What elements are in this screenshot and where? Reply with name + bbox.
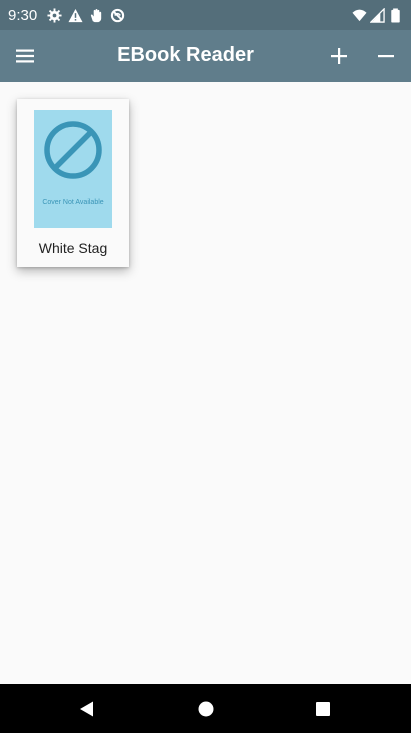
minus-icon <box>378 55 394 58</box>
book-cover: Cover Not Available <box>34 110 112 228</box>
book-card[interactable]: Cover Not Available White Stag <box>17 99 129 267</box>
app-bar: EBook Reader <box>0 30 411 82</box>
wifi-icon <box>352 9 367 21</box>
recents-icon[interactable] <box>310 696 336 722</box>
book-title: White Stag <box>38 240 108 256</box>
battery-icon <box>391 7 400 23</box>
plus-icon <box>331 48 347 64</box>
no-signal-icon <box>111 8 125 22</box>
warning-icon <box>68 8 83 22</box>
remove-button[interactable] <box>370 40 402 72</box>
home-icon[interactable] <box>193 696 219 722</box>
status-time: 9:30 <box>8 6 38 24</box>
status-icons-left <box>47 7 125 23</box>
status-bar: 9:30 <box>0 0 411 30</box>
add-button[interactable] <box>323 40 355 72</box>
status-icons-right <box>352 7 403 23</box>
settings-icon <box>47 7 62 23</box>
app-title: EBook Reader <box>117 44 254 66</box>
no-cover-icon <box>44 121 102 179</box>
back-icon[interactable] <box>74 696 100 722</box>
screen: 9:30 EBook Reader Cover Not Available Wh… <box>0 0 411 733</box>
cell-signal-icon <box>370 7 385 23</box>
cover-text: Cover Not Available <box>42 199 104 206</box>
nav-bar <box>0 684 411 733</box>
hand-icon <box>91 8 102 22</box>
